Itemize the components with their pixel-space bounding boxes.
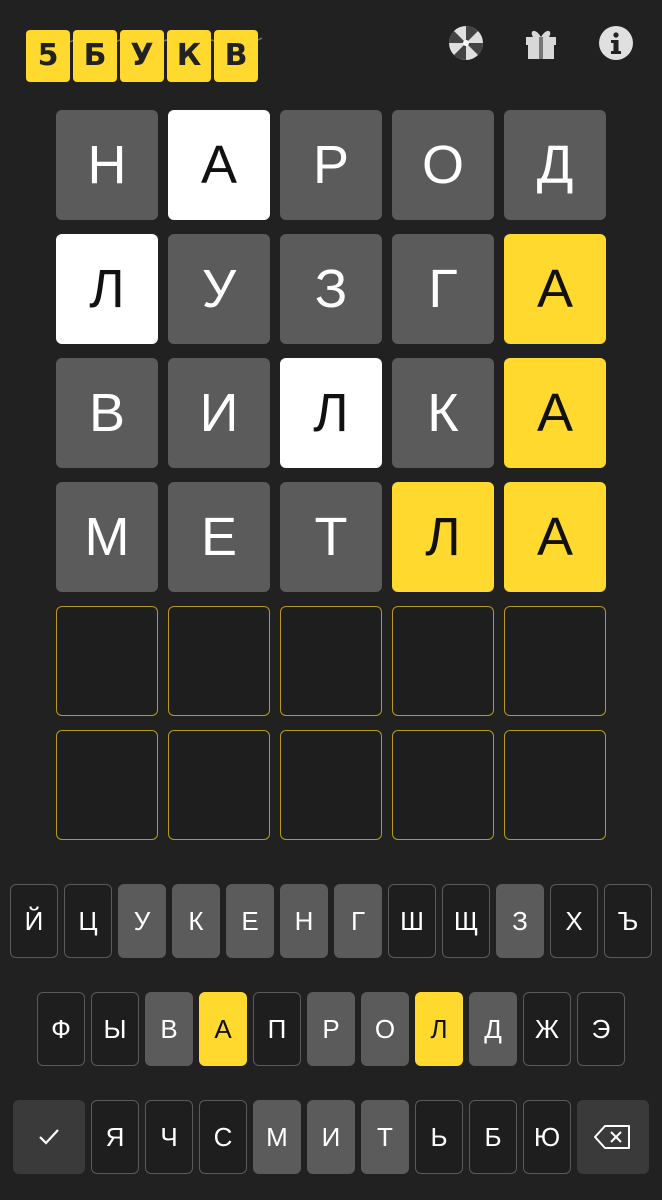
board-tile: Н (56, 110, 158, 220)
keyboard-key[interactable]: О (361, 992, 409, 1066)
logo-letter: У (120, 30, 164, 82)
gift-icon[interactable] (523, 25, 559, 61)
keyboard-key[interactable]: В (145, 992, 193, 1066)
keyboard-key[interactable]: Ж (523, 992, 571, 1066)
keyboard-key[interactable]: П (253, 992, 301, 1066)
logo-letter: 5 (26, 30, 70, 82)
board-tile: А (504, 482, 606, 592)
backspace-icon (594, 1125, 630, 1149)
board-tile (392, 606, 494, 716)
logo-letter: Б (73, 30, 117, 82)
keyboard-key[interactable]: Л (415, 992, 463, 1066)
keyboard-key[interactable]: Х (550, 884, 598, 958)
keyboard-key[interactable]: Ш (388, 884, 436, 958)
keyboard-key[interactable]: У (118, 884, 166, 958)
game-logo: 5 Б У К В (26, 18, 266, 82)
board-tile: Г (392, 234, 494, 344)
board-tile: Е (168, 482, 270, 592)
logo-letter: В (214, 30, 258, 82)
board-tile: М (56, 482, 158, 592)
board-tile: Р (280, 110, 382, 220)
checkmark-icon (39, 1129, 59, 1145)
board-tile: А (168, 110, 270, 220)
keyboard-row-2: ФЫВАПРОЛДЖЭ (0, 992, 662, 1066)
keyboard-key[interactable]: Н (280, 884, 328, 958)
keyboard-key[interactable]: Р (307, 992, 355, 1066)
board-tile (56, 730, 158, 840)
palette-icon[interactable] (448, 25, 484, 61)
keyboard-key[interactable]: Т (361, 1100, 409, 1174)
game-board: НАРОДЛУЗГАВИЛКАМЕТЛА (56, 110, 607, 840)
keyboard-key[interactable]: Ь (415, 1100, 463, 1174)
keyboard-row-3: ЯЧСМИТЬБЮ (0, 1100, 662, 1174)
board-tile: А (504, 234, 606, 344)
keyboard-key[interactable]: К (172, 884, 220, 958)
board-tile (504, 606, 606, 716)
board-tile: Л (280, 358, 382, 468)
keyboard-key[interactable]: Г (334, 884, 382, 958)
keyboard-key[interactable]: Э (577, 992, 625, 1066)
keyboard-key[interactable]: Ч (145, 1100, 193, 1174)
keyboard-key[interactable]: С (199, 1100, 247, 1174)
keyboard-key[interactable]: Я (91, 1100, 139, 1174)
board-tile (168, 606, 270, 716)
board-tile: З (280, 234, 382, 344)
keyboard-key[interactable]: Щ (442, 884, 490, 958)
board-tile (280, 606, 382, 716)
keyboard-key[interactable]: И (307, 1100, 355, 1174)
board-tile: Л (392, 482, 494, 592)
enter-key[interactable] (13, 1100, 85, 1174)
board-tile: В (56, 358, 158, 468)
keyboard-key[interactable]: Д (469, 992, 517, 1066)
board-tile: И (168, 358, 270, 468)
board-tile: К (392, 358, 494, 468)
keyboard-key[interactable]: Ю (523, 1100, 571, 1174)
keyboard-key[interactable]: Е (226, 884, 274, 958)
keyboard-key[interactable]: Ф (37, 992, 85, 1066)
keyboard-key[interactable]: А (199, 992, 247, 1066)
keyboard-key[interactable]: Ц (64, 884, 112, 958)
board-tile (504, 730, 606, 840)
board-tile: А (504, 358, 606, 468)
keyboard-row-1: ЙЦУКЕНГШЩЗХЪ (0, 884, 662, 958)
board-tile: Д (504, 110, 606, 220)
board-tile: О (392, 110, 494, 220)
keyboard-key[interactable]: Ъ (604, 884, 652, 958)
backspace-key[interactable] (577, 1100, 649, 1174)
board-tile: У (168, 234, 270, 344)
keyboard-key[interactable]: Б (469, 1100, 517, 1174)
board-tile (392, 730, 494, 840)
info-icon[interactable] (598, 25, 634, 61)
board-tile (280, 730, 382, 840)
board-tile (56, 606, 158, 716)
board-tile: Т (280, 482, 382, 592)
logo-letter: К (167, 30, 211, 82)
board-tile: Л (56, 234, 158, 344)
keyboard-key[interactable]: З (496, 884, 544, 958)
board-tile (168, 730, 270, 840)
keyboard-key[interactable]: Й (10, 884, 58, 958)
keyboard-key[interactable]: М (253, 1100, 301, 1174)
keyboard-key[interactable]: Ы (91, 992, 139, 1066)
